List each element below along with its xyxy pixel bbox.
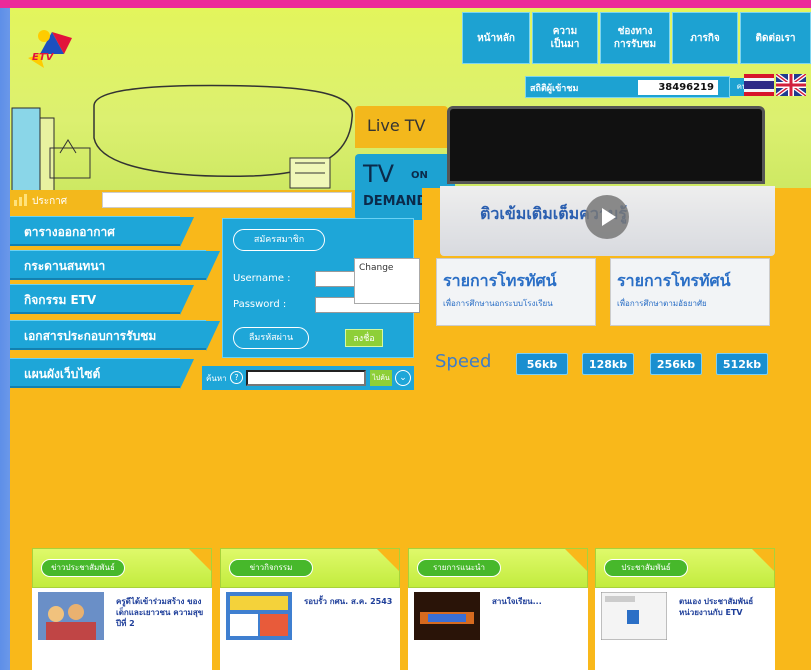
speed-label: Speed <box>435 351 492 372</box>
tv-on-demand-demand: DEMAND <box>363 194 428 209</box>
visitor-count: 38496219 <box>638 80 718 95</box>
news-thumbnail[interactable] <box>38 592 104 640</box>
program-subtitle: เพื่อการศึกษาตามอัธยาศัย <box>617 299 707 308</box>
login-button[interactable]: ลงชื่อ <box>345 329 383 347</box>
thai-flag-icon[interactable] <box>744 74 774 96</box>
program-title: รายการโทรทัศน์ <box>617 271 731 290</box>
tv-on-demand-tv: TV <box>363 160 395 188</box>
forgot-password-button[interactable]: ลืมรหัสผ่าน <box>233 327 309 349</box>
chevron-down-icon[interactable]: ⌄ <box>395 370 411 386</box>
card-text: ครูดีได้เข้าร่วมสร้าง ของเด็กและเยาวชน ค… <box>116 597 204 628</box>
recommended-card[interactable]: รายการแนะนำ สานใจเรียน... <box>408 548 588 670</box>
pr-card[interactable]: ประชาสัมพันธ์ ตนเอง ประชาสัมพันธ์ หน่วยง… <box>595 548 775 670</box>
card-header: ประชาสัมพันธ์ <box>595 548 775 588</box>
sitemap-search-input[interactable] <box>246 370 366 386</box>
speed-128kb-button[interactable]: 128kb <box>582 353 634 375</box>
menu-activities[interactable]: กิจกรรม ETV <box>10 284 194 315</box>
card-header: รายการแนะนำ <box>408 548 588 588</box>
speed-512kb-button[interactable]: 512kb <box>716 353 768 375</box>
menu-documents[interactable]: เอกสารประกอบการรับชม <box>10 320 220 351</box>
visitor-counter-label: สถิติผู้เข้าชม <box>530 84 579 94</box>
nav-contact-button[interactable]: ติดต่อเรา <box>740 12 811 64</box>
play-button[interactable] <box>585 195 629 239</box>
browser-frame: ETV หน้าหลัก ความ เป็นมา ช่องทาง การรับช… <box>0 0 811 670</box>
program-title: รายการโทรทัศน์ <box>443 271 557 290</box>
username-label: Username : <box>233 273 291 284</box>
pr-thumbnail[interactable] <box>601 592 667 640</box>
top-accent-bar <box>0 0 811 8</box>
change-popup[interactable]: Change <box>354 258 420 304</box>
card-text: สานใจเรียน... <box>492 597 542 606</box>
program-card-nonformal[interactable]: รายการโทรทัศน์ เพื่อการศึกษานอกระบบโรงเร… <box>436 258 596 326</box>
etv-logo[interactable] <box>22 18 84 80</box>
card-header-label: รายการแนะนำ <box>417 559 501 577</box>
video-player[interactable] <box>447 106 765 184</box>
card-header: ข่าวกิจกรรม <box>220 548 400 588</box>
bar-chart-icon <box>14 194 27 206</box>
uk-flag-icon[interactable] <box>776 74 806 96</box>
announcement-label: ประกาศ <box>32 196 68 207</box>
visitor-counter: สถิติผู้เข้าชม 38496219 <box>525 76 730 98</box>
password-label: Password : <box>233 299 287 310</box>
popup-text: Change <box>359 263 394 273</box>
recommended-thumbnail[interactable] <box>414 592 480 640</box>
menu-sitemap[interactable]: แผนผังเว็บไซต์ <box>10 358 194 389</box>
speed-256kb-button[interactable]: 256kb <box>650 353 702 375</box>
card-header-label: ข่าวกิจกรรม <box>229 559 313 577</box>
nav-home-button[interactable]: หน้าหลัก <box>462 12 530 64</box>
live-tv-tab[interactable]: Live TV <box>355 106 448 148</box>
speed-56kb-button[interactable]: 56kb <box>516 353 568 375</box>
help-icon[interactable]: ? <box>230 371 243 384</box>
program-subtitle: เพื่อการศึกษานอกระบบโรงเรียน <box>443 299 553 308</box>
card-header-label: ประชาสัมพันธ์ <box>604 559 688 577</box>
logo-text: ETV <box>32 52 54 63</box>
sitemap-search-go-button[interactable]: ไปค้น <box>370 370 392 386</box>
activity-thumbnail[interactable] <box>226 592 292 640</box>
announcement-input[interactable] <box>102 192 352 208</box>
register-button[interactable]: สมัครสมาชิก <box>233 229 325 251</box>
news-card[interactable]: ข่าวประชาสัมพันธ์ ครูดีได้เข้าร่วมสร้าง … <box>32 548 212 670</box>
card-text: รอบรั้ว กศน. ส.ค. 2543 <box>304 597 393 606</box>
menu-forum[interactable]: กระดานสนทนา <box>10 250 220 281</box>
nav-history-button[interactable]: ความ เป็นมา <box>532 12 598 64</box>
card-text: ตนเอง ประชาสัมพันธ์ หน่วยงานกับ ETV <box>679 597 754 617</box>
nav-channels-button[interactable]: ช่องทาง การรับชม <box>600 12 670 64</box>
sitemap-search-bar: ค้นหา ? ไปค้น ⌄ <box>202 366 414 390</box>
etv-homepage: ETV หน้าหลัก ความ เป็นมา ช่องทาง การรับช… <box>10 8 811 670</box>
activity-card[interactable]: ข่าวกิจกรรม รอบรั้ว กศน. ส.ค. 2543 <box>220 548 400 670</box>
program-card-informal[interactable]: รายการโทรทัศน์ เพื่อการศึกษาตามอัธยาศัย <box>610 258 770 326</box>
announcement-bar: ประกาศ <box>10 190 355 210</box>
sitemap-search-label: ค้นหา <box>206 374 227 383</box>
nav-mission-button[interactable]: ภารกิจ <box>672 12 738 64</box>
card-header: ข่าวประชาสัมพันธ์ <box>32 548 212 588</box>
card-header-label: ข่าวประชาสัมพันธ์ <box>41 559 125 577</box>
menu-schedule[interactable]: ตารางออกอากาศ <box>10 216 194 247</box>
tv-on-demand-on: ON <box>411 170 428 181</box>
